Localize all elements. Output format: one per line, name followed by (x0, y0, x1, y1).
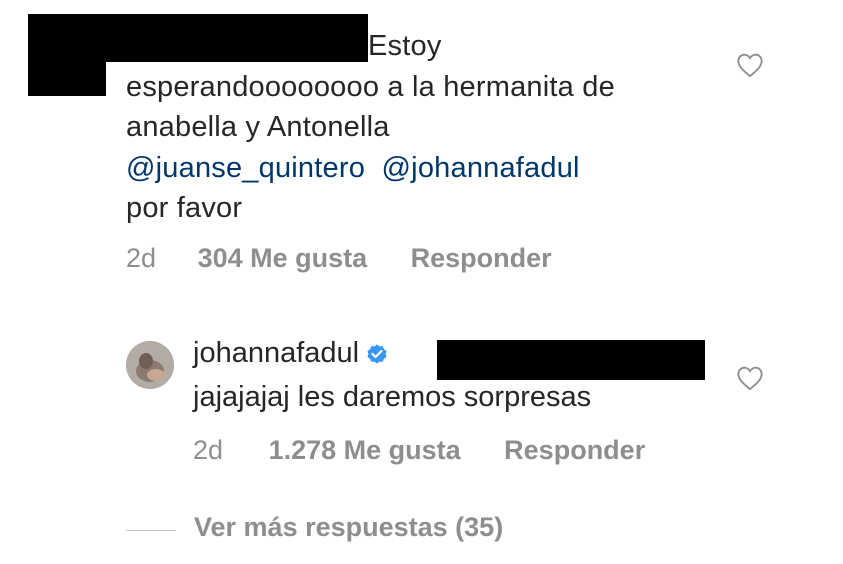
comment-line-1: Estoy (368, 30, 442, 62)
avatar[interactable] (126, 341, 174, 389)
reply-body: jajajajaj les daremos sorpresas (193, 381, 592, 413)
comment-line-3: anabella y Antonella (126, 111, 390, 143)
redacted-mention-block (437, 340, 705, 380)
reply-like-heart-icon[interactable] (736, 365, 764, 391)
comment-body: Estoy esperandoooooooo a la hermanita de… (126, 26, 716, 229)
redacted-avatar-block (28, 62, 106, 96)
comment-meta-row: 2d 304 Me gusta Responder (126, 243, 552, 274)
view-more-replies-button[interactable]: Ver más respuestas (35) (194, 512, 503, 543)
comment-likes[interactable]: 304 Me gusta (198, 243, 368, 274)
reply-likes[interactable]: 1.278 Me gusta (269, 435, 461, 466)
comment-mentions-line: @juanse_quintero @johannafadul (126, 148, 716, 189)
reply-reply-button[interactable]: Responder (504, 435, 645, 466)
reply-username[interactable]: johannafadul (193, 337, 359, 370)
reply-header: johannafadul (193, 337, 389, 370)
mention-juanse-quintero[interactable]: @juanse_quintero (126, 152, 365, 184)
verified-badge-icon (367, 344, 387, 363)
avatar-photo (126, 341, 174, 389)
comment-line-2: esperandoooooooo a la hermanita de (126, 70, 615, 103)
mention-johannafadul[interactable]: @johannafadul (382, 152, 580, 184)
reply-meta-row: 2d 1.278 Me gusta Responder (193, 435, 645, 466)
comment-line-last: por favor (126, 192, 243, 224)
comment-time: 2d (126, 243, 157, 273)
like-heart-icon[interactable] (736, 52, 764, 78)
view-more-divider (126, 530, 176, 531)
comment-reply-button[interactable]: Responder (411, 243, 552, 274)
reply-time: 2d (193, 435, 224, 465)
